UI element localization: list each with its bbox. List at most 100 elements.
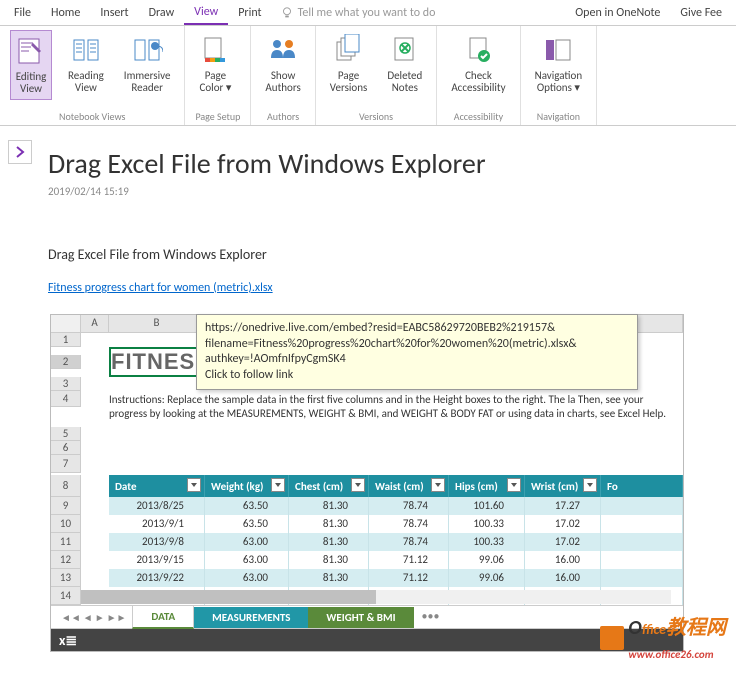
menu-bar: File Home Insert Draw View Print Tell me… — [0, 0, 736, 26]
page-color-button[interactable]: Page Color ▾ — [195, 30, 235, 98]
menu-print[interactable]: Print — [228, 2, 271, 24]
instructions-text: Instructions: Replace the sample data in… — [109, 391, 683, 441]
row-7[interactable]: 7 — [51, 455, 81, 473]
row-6[interactable]: 6 — [51, 441, 81, 455]
menu-draw[interactable]: Draw — [139, 2, 185, 24]
authors-icon — [267, 34, 299, 66]
sheet-tab-data[interactable]: DATA — [132, 606, 194, 629]
link-tooltip: https://onedrive.live.com/embed?resid=EA… — [196, 314, 638, 390]
excel-footer: x≣ — [51, 629, 683, 651]
authors-group-label: Authors — [261, 108, 304, 123]
filter-waist[interactable] — [431, 478, 445, 492]
table-row[interactable]: 122013/9/1563.0081.3071.1299.0616.00 — [51, 551, 683, 569]
row-11[interactable]: 11 — [51, 533, 81, 551]
immersive-reader-icon — [131, 34, 163, 66]
versions-icon — [333, 34, 365, 66]
sheet-tabs: ◄◄ ◄ ► ►► DATA MEASUREMENTS WEIGHT & BMI… — [51, 605, 683, 629]
tooltip-action: Click to follow link — [205, 368, 629, 384]
file-link[interactable]: Fitness progress chart for women (metric… — [48, 281, 273, 295]
nav-l2: Options ▾ — [537, 82, 580, 94]
table-row[interactable]: 112013/9/863.0081.3078.74100.3317.02 — [51, 533, 683, 551]
accessibility-l2: Accessibility — [451, 82, 505, 94]
ribbon: Editing View Reading View Immersive Read… — [0, 26, 736, 126]
tab-nav-prev[interactable]: ◄ — [83, 611, 93, 624]
row-1[interactable]: 1 — [51, 333, 81, 347]
row-13[interactable]: 13 — [51, 569, 81, 587]
page-date: 2019/02/14 15:19 — [48, 185, 688, 198]
reading-view-l2: View — [75, 82, 97, 94]
scroll-thumb[interactable] — [81, 590, 376, 604]
table-row[interactable]: 102013/9/163.5081.3078.74100.3317.02 — [51, 515, 683, 533]
th-weight[interactable]: Weight (kg) — [205, 475, 289, 497]
watermark: Office教程网 www.office26.com — [600, 611, 726, 664]
menu-view[interactable]: View — [184, 1, 228, 25]
th-chest[interactable]: Chest (cm) — [289, 475, 369, 497]
tab-nav-next[interactable]: ► — [95, 611, 105, 624]
tab-nav-first[interactable]: ◄◄ — [61, 611, 81, 624]
watermark-icon — [600, 626, 624, 650]
th-fo[interactable]: Fo — [601, 475, 683, 497]
page-color-l2: Color ▾ — [200, 82, 232, 94]
th-hips[interactable]: Hips (cm) — [449, 475, 525, 497]
recycle-icon — [389, 34, 421, 66]
page-setup-label: Page Setup — [195, 108, 240, 123]
row-9[interactable]: 9 — [51, 497, 81, 515]
show-authors-button[interactable]: Show Authors — [261, 30, 304, 98]
give-feedback[interactable]: Give Fee — [670, 2, 732, 24]
tab-nav-last[interactable]: ►► — [107, 611, 127, 624]
accessibility-group-label: Accessibility — [447, 108, 509, 123]
filter-weight[interactable] — [271, 478, 285, 492]
horizontal-scrollbar[interactable] — [81, 589, 671, 605]
tooltip-url-1: https://onedrive.live.com/embed?resid=EA… — [205, 321, 629, 337]
chevron-right-icon — [15, 146, 25, 158]
navigation-options-button[interactable]: Navigation Options ▾ — [531, 30, 587, 98]
editing-view-l2: View — [20, 83, 42, 95]
th-date[interactable]: Date — [109, 475, 205, 497]
row-3[interactable]: 3 — [51, 377, 81, 391]
th-wrist[interactable]: Wrist (cm) — [525, 475, 601, 497]
row-5[interactable]: 5 — [51, 427, 81, 441]
sheet-tab-weight-bmi[interactable]: WEIGHT & BMI — [308, 607, 413, 628]
tell-me-search[interactable]: Tell me what you want to do — [272, 6, 444, 20]
table-row[interactable]: 132013/9/2263.0081.3071.1299.0616.00 — [51, 569, 683, 587]
menu-home[interactable]: Home — [41, 2, 90, 24]
deleted-notes-button[interactable]: Deleted Notes — [383, 30, 426, 98]
row-4[interactable]: 4 — [51, 391, 81, 407]
navigation-icon — [542, 34, 574, 66]
col-header-b[interactable]: B — [109, 315, 205, 333]
excel-icon: x≣ — [59, 632, 77, 649]
filter-date[interactable] — [187, 478, 201, 492]
collapse-nav-button[interactable] — [8, 140, 32, 164]
reading-view-button[interactable]: Reading View — [64, 30, 108, 98]
col-header-a[interactable]: A — [81, 315, 109, 333]
page-color-icon — [199, 34, 231, 66]
immersive-l2: Reader — [131, 82, 163, 94]
notebook-views-label: Notebook Views — [10, 108, 174, 123]
page-versions-button[interactable]: Page Versions — [326, 30, 372, 98]
th-waist[interactable]: Waist (cm) — [369, 475, 449, 497]
page-title[interactable]: Drag Excel File from Windows Explorer — [48, 146, 688, 181]
row-12[interactable]: 12 — [51, 551, 81, 569]
row-14[interactable]: 14 — [51, 587, 81, 605]
check-accessibility-button[interactable]: Check Accessibility — [447, 30, 509, 98]
select-all-corner[interactable] — [51, 315, 81, 333]
row-2[interactable]: 2 — [51, 355, 81, 369]
table-row[interactable]: 92013/8/2563.5081.3078.74101.6017.27 — [51, 497, 683, 515]
authors-l2: Authors — [265, 82, 300, 94]
versions-group-label: Versions — [326, 108, 427, 123]
filter-hips[interactable] — [507, 478, 521, 492]
reading-view-icon — [70, 34, 102, 66]
menu-file[interactable]: File — [4, 2, 41, 24]
open-in-onenote[interactable]: Open in OneNote — [565, 2, 670, 24]
filter-wrist[interactable] — [583, 478, 597, 492]
sheet-tab-measurements[interactable]: MEASUREMENTS — [194, 607, 308, 628]
filter-chest[interactable] — [351, 478, 365, 492]
editing-view-button[interactable]: Editing View — [10, 30, 52, 100]
row-8[interactable]: 8 — [51, 475, 81, 497]
accessibility-icon — [462, 34, 494, 66]
menu-insert[interactable]: Insert — [90, 2, 138, 24]
lightbulb-icon — [280, 6, 294, 20]
immersive-reader-button[interactable]: Immersive Reader — [120, 30, 175, 98]
more-sheets[interactable]: ••• — [414, 610, 448, 624]
row-10[interactable]: 10 — [51, 515, 81, 533]
